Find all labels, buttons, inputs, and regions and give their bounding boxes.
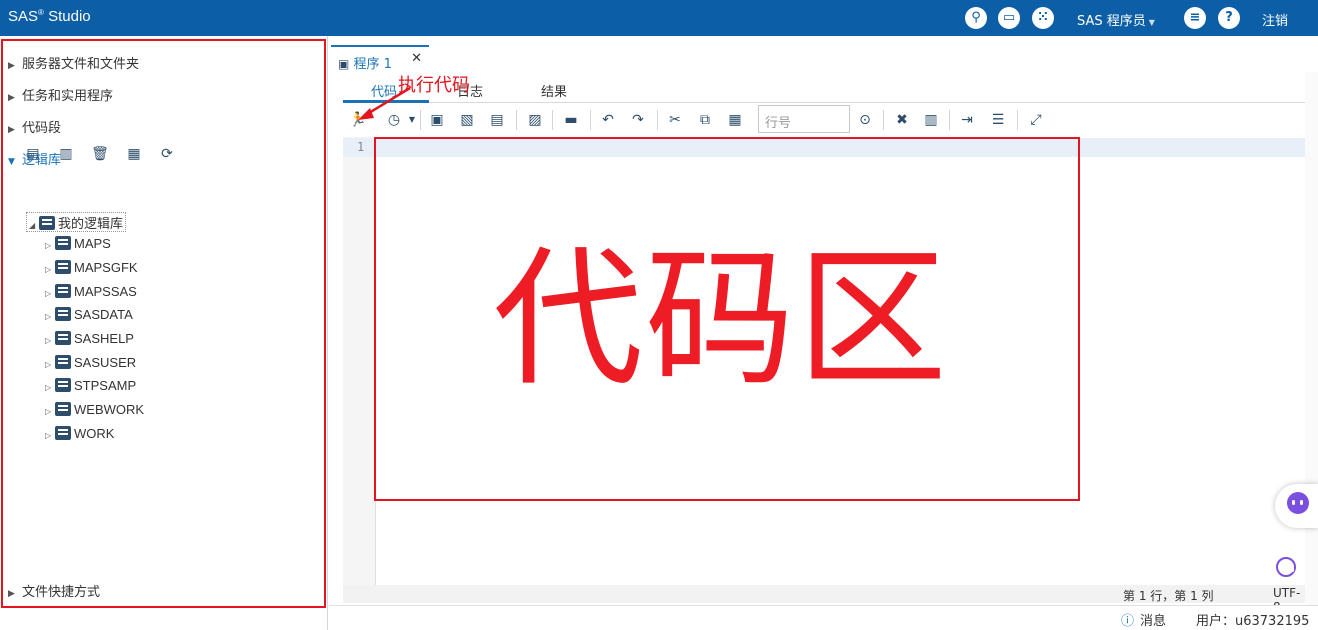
print-icon[interactable]: ▬ <box>562 111 580 129</box>
download-icon[interactable]: ▤ <box>488 111 506 129</box>
bottom-bar: ⓘ 消息 用户：u63732195 <box>329 605 1318 630</box>
line-number-input[interactable]: 行号 <box>758 105 850 133</box>
line-gutter <box>343 137 376 585</box>
save-as-icon[interactable]: ▧ <box>458 111 476 129</box>
assistant-widget[interactable] <box>1275 484 1318 528</box>
user-menu[interactable]: SAS 程序员 ▼ <box>1077 10 1155 29</box>
apps-grid-icon[interactable]: ⁙ <box>1032 7 1054 29</box>
clear-icon[interactable]: ✖ <box>893 111 911 129</box>
info-icon: ⓘ <box>1121 614 1135 629</box>
indent-icon[interactable]: ⇥ <box>958 111 976 129</box>
maximize-icon[interactable]: ⤢ <box>1027 111 1045 129</box>
redo-icon[interactable]: ↷ <box>629 111 647 129</box>
annotation-arrow <box>358 86 411 120</box>
menu-list-icon[interactable]: ≡ <box>1184 7 1206 29</box>
line-number: 1 <box>357 140 365 154</box>
toolbar-divider <box>949 110 950 130</box>
cut-icon[interactable]: ✂ <box>666 111 684 129</box>
tab-label: 程序 1 <box>353 57 392 72</box>
annotation-box-nav <box>1 39 326 608</box>
open-folder-icon[interactable]: ▭ <box>998 7 1020 29</box>
help-icon[interactable]: ? <box>1218 7 1240 29</box>
toolbar-divider <box>657 110 658 130</box>
tab-program-1[interactable]: ▣ 程序 1 ✕ <box>331 45 429 73</box>
app-title: SAS® Studio <box>8 8 91 25</box>
go-to-line-icon[interactable]: ⊙ <box>856 111 874 129</box>
toolbar-divider <box>516 110 517 130</box>
subtab-bar: 代码 日志 结果 <box>343 72 1305 103</box>
toolbar-divider <box>552 110 553 130</box>
user-id: 用户：u63732195 <box>1196 614 1310 629</box>
search-icon[interactable]: ⚲ <box>965 7 987 29</box>
program-icon: ▣ <box>338 57 350 71</box>
messages-link[interactable]: 消息 <box>1140 610 1166 629</box>
copy-icon[interactable]: ⧉ <box>696 111 714 129</box>
top-bar: SAS® Studio ⚲ ▭ ⁙ SAS 程序员 ▼ ≡ ? 注销 <box>0 0 1318 36</box>
toolbar-divider <box>1017 110 1018 130</box>
close-icon[interactable]: ✕ <box>411 51 422 66</box>
save-icon[interactable]: ▣ <box>428 111 446 129</box>
export-icon[interactable]: ▨ <box>526 111 544 129</box>
status-bar: 第 1 行，第 1 列 UTF-8 <box>343 585 1305 614</box>
tab-results[interactable]: 结果 <box>541 81 567 100</box>
format-code-icon[interactable]: ☰ <box>989 111 1007 129</box>
toolbar-divider <box>883 110 884 130</box>
assistant-bot-icon[interactable] <box>1287 492 1309 514</box>
annotation-code-area: 代码区 <box>493 233 950 407</box>
find-icon[interactable]: ▥ <box>922 111 940 129</box>
assistant-mini-icon[interactable] <box>1276 557 1296 577</box>
toolbar-divider <box>590 110 591 130</box>
toolbar-divider <box>420 110 421 130</box>
cursor-position: 第 1 行，第 1 列 <box>1123 589 1214 603</box>
undo-icon[interactable]: ↶ <box>599 111 617 129</box>
paste-icon[interactable]: ▦ <box>726 111 744 129</box>
logout-link[interactable]: 注销 <box>1262 10 1288 29</box>
